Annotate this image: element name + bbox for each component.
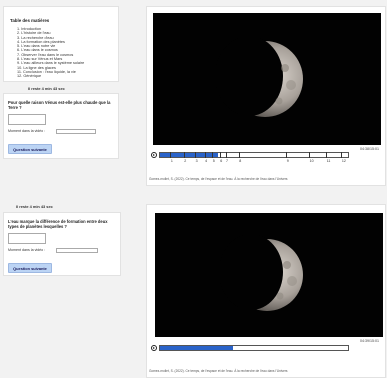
chapter-tick-label: 11: [326, 159, 331, 163]
play-button[interactable]: [151, 152, 157, 158]
moment-label: Moment dans la vidéo :: [8, 248, 46, 252]
chapter-tick[interactable]: [219, 152, 221, 158]
answer-field[interactable]: [8, 233, 46, 244]
chapter-tick-label: 7: [226, 159, 228, 163]
chapter-tick[interactable]: [326, 152, 327, 158]
chapter-tick-label: 10: [309, 159, 314, 163]
play-icon: [153, 154, 156, 156]
toc-item[interactable]: 12. Générique: [17, 74, 84, 78]
video-frame[interactable]: [155, 213, 383, 337]
question-card: Pour quelle raison Vénus est-elle plus c…: [3, 93, 119, 159]
timer: Il reste 4 min 43 sec: [28, 86, 65, 91]
video-caption: Gomez-mollet, S. (2022). Ce temps, de l'…: [149, 369, 288, 373]
video-player: 04:38/15:01 Gomez-mollet, S. (2022). Ce …: [146, 6, 386, 186]
video-player: 04:39/15:01 Gomez-mollet, S. (2022). Ce …: [146, 204, 386, 378]
chapter-tick-label: 12: [341, 159, 346, 163]
toc-list: 1. Introduction 2. L'histoire de l'eau 3…: [17, 27, 84, 79]
video-caption: Gomez-mollet, S. (2022). Ce temps, de l'…: [149, 177, 288, 181]
chapter-tick[interactable]: [183, 152, 185, 158]
chapter-tick[interactable]: [195, 152, 196, 158]
time-readout: 04:39/15:01: [360, 339, 379, 343]
toc-panel: Table des matières 1. Introduction 2. L'…: [3, 6, 119, 82]
chapter-tick[interactable]: [309, 152, 310, 158]
moon-image: [219, 234, 303, 311]
play-button[interactable]: [151, 345, 157, 351]
chapter-tick-label: 9: [286, 159, 289, 163]
chapter-tick-label: 3: [195, 159, 198, 163]
chapter-tick-label: 6: [220, 159, 223, 163]
play-icon: [153, 347, 156, 349]
chapter-tick-label: 2: [184, 159, 187, 163]
time-readout: 04:38/15:01: [360, 147, 379, 151]
chapter-tick[interactable]: [212, 152, 213, 158]
question-card: L'eau marque la différence de formation …: [3, 212, 121, 276]
moment-input[interactable]: [56, 248, 98, 253]
progress-bar[interactable]: [159, 345, 349, 351]
chapter-tick[interactable]: [341, 152, 342, 158]
chapter-tick[interactable]: [286, 152, 287, 158]
progress-fill: [160, 346, 234, 350]
progress-bar[interactable]: [159, 152, 349, 158]
chapter-tick-label: 4: [205, 159, 208, 163]
chapter-tick[interactable]: [238, 152, 240, 158]
progress-fill: [160, 153, 219, 157]
chapter-tick-label: 1: [170, 159, 173, 163]
timer: Il reste 4 min 43 sec: [16, 204, 53, 209]
next-question-button[interactable]: Question suivante: [8, 263, 52, 273]
toc-title: Table des matières: [10, 18, 50, 23]
question-text: L'eau marque la différence de formation …: [8, 219, 108, 229]
next-question-button[interactable]: Question suivante: [8, 144, 52, 154]
answer-field[interactable]: [8, 114, 46, 125]
moon-image: [215, 36, 303, 117]
video-frame[interactable]: [153, 13, 381, 145]
chapter-tick-label: 8: [239, 159, 242, 163]
chapter-tick[interactable]: [170, 152, 171, 158]
moment-label: Moment dans la vidéo :: [8, 129, 46, 133]
question-text: Pour quelle raison Vénus est-elle plus c…: [8, 100, 111, 110]
moment-input[interactable]: [56, 129, 96, 134]
chapter-tick-label: 5: [212, 159, 215, 163]
chapter-tick[interactable]: [204, 152, 206, 158]
chapter-tick[interactable]: [225, 152, 227, 158]
